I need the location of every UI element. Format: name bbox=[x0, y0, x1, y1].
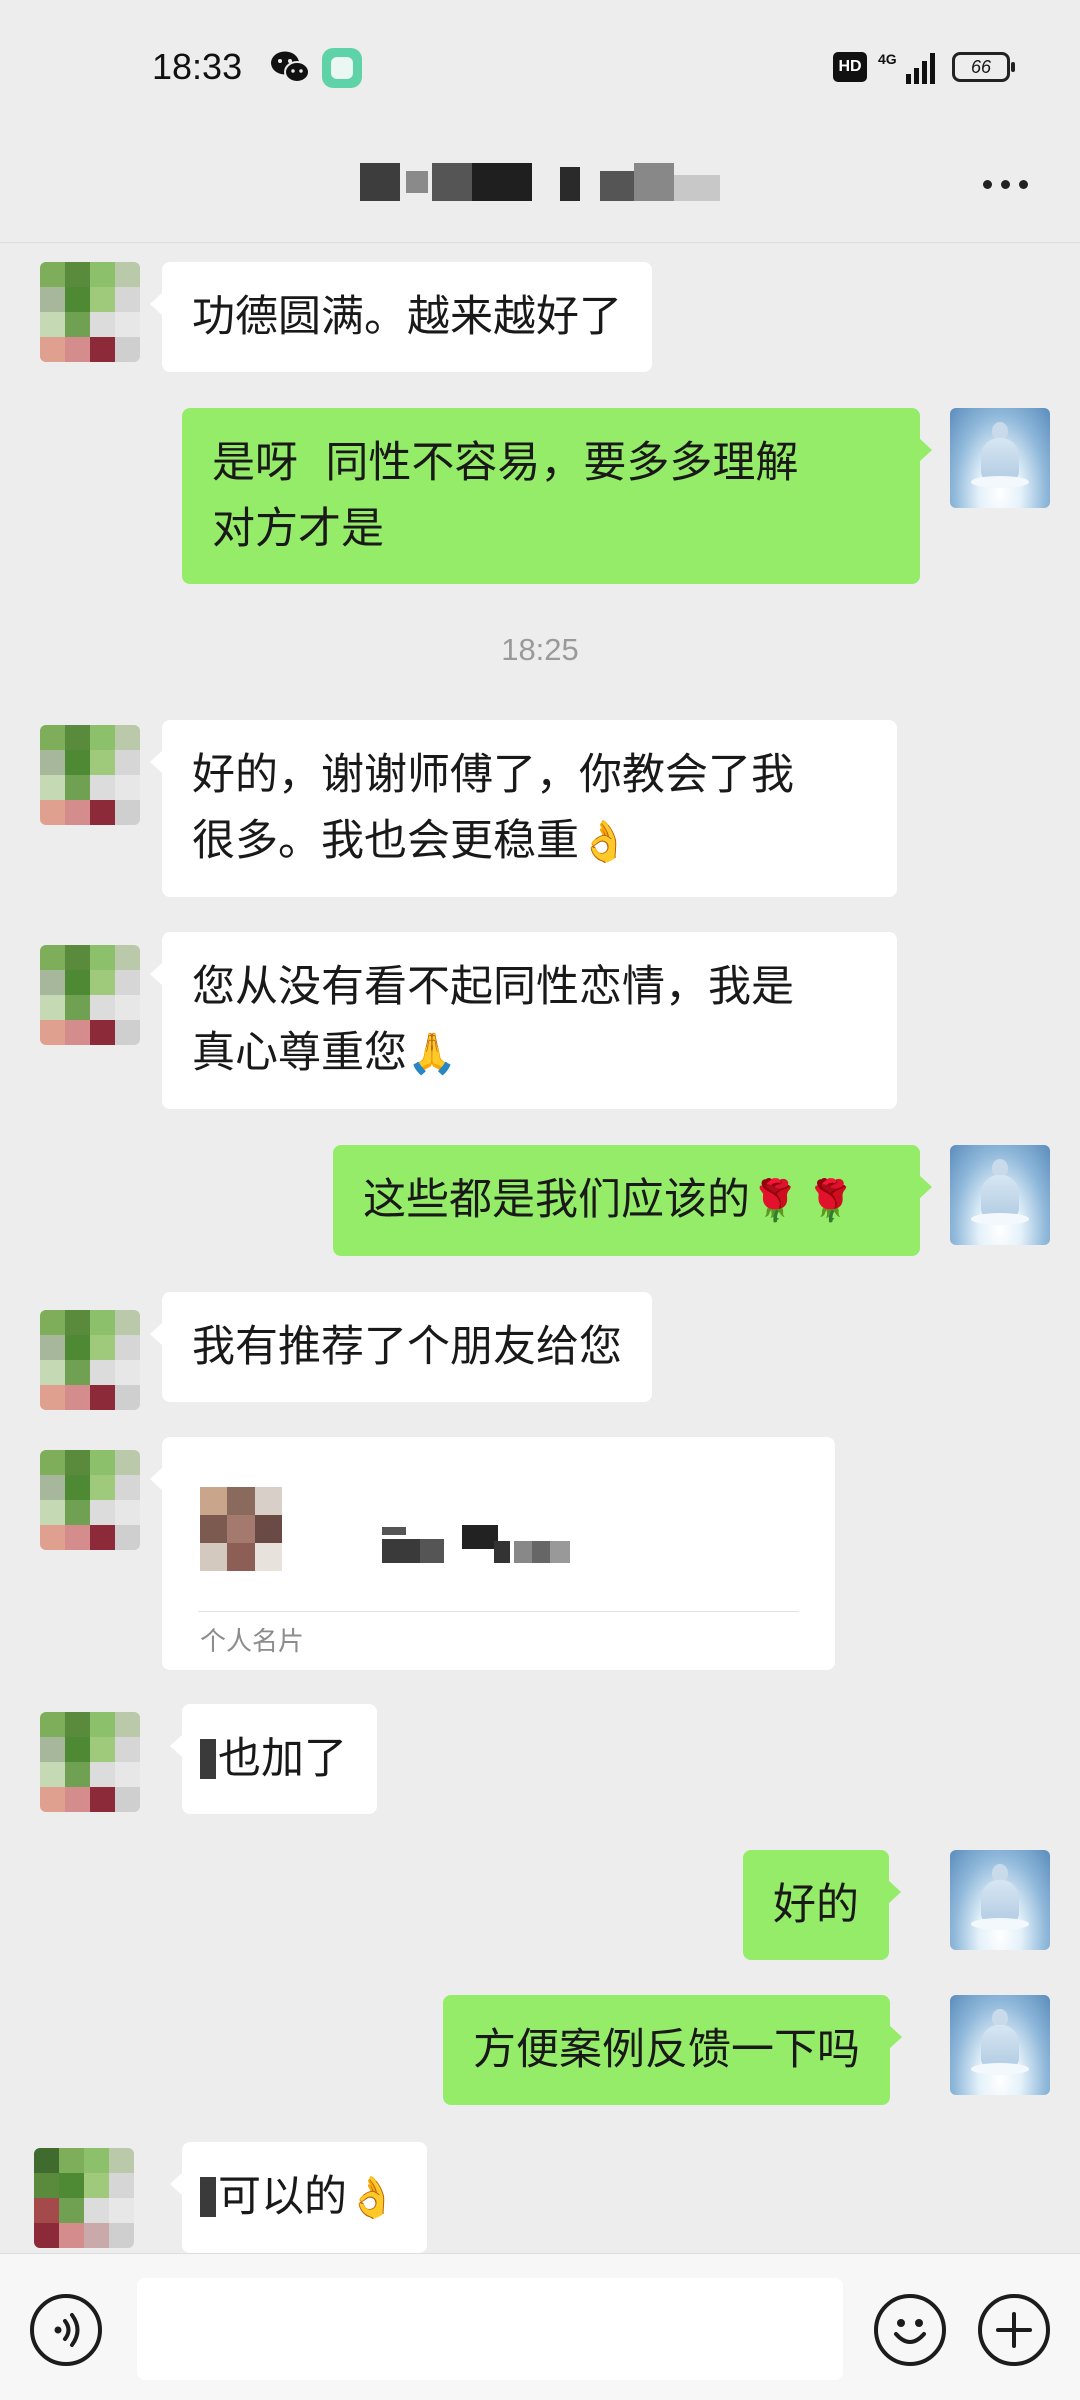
message-bubble-incoming[interactable]: 可以的👌 bbox=[170, 2142, 427, 2253]
message-line: 好的，谢谢师傅了，你教会了我 bbox=[192, 750, 794, 800]
contact-avatar[interactable] bbox=[40, 1712, 140, 1812]
contact-card-name-obscured bbox=[382, 1525, 572, 1565]
message-bubble-incoming[interactable]: 功德圆满。越来越好了 bbox=[150, 262, 652, 372]
message-line: 对方才是 bbox=[212, 504, 384, 554]
emoji-icon bbox=[894, 2319, 926, 2344]
plus-icon bbox=[996, 2312, 1032, 2348]
plus-button[interactable] bbox=[978, 2294, 1050, 2366]
input-bar bbox=[0, 2253, 1080, 2400]
message-line: 您从没有看不起同性恋情，我是 bbox=[192, 962, 794, 1012]
chat-title-obscured bbox=[360, 157, 730, 207]
contact-card-label: 个人名片 bbox=[200, 1627, 305, 1657]
message-text: 我有推荐了个朋友给您 bbox=[192, 1322, 622, 1372]
buddha-image bbox=[971, 2009, 1029, 2075]
hd-icon: HD bbox=[833, 52, 867, 82]
contact-avatar[interactable] bbox=[40, 725, 140, 825]
contact-avatar[interactable] bbox=[40, 1310, 140, 1410]
message-line-text: 很多。我也会更稳重 bbox=[192, 816, 579, 866]
message-bubble-incoming[interactable]: 我有推荐了个朋友给您 bbox=[150, 1292, 652, 1402]
message-text: 功德圆满。越来越好了 bbox=[192, 292, 622, 342]
message-text: 好的 bbox=[773, 1880, 859, 1930]
ok-hand-emoji: 👌 bbox=[347, 2175, 397, 2221]
message-bubble-outgoing[interactable]: 这些都是我们应该的🌹🌹 bbox=[333, 1145, 932, 1256]
message-text: 这些都是我们应该的 bbox=[363, 1175, 750, 1225]
self-avatar[interactable] bbox=[950, 1995, 1050, 2095]
status-bar: 18:33 HD 4G 66 bbox=[0, 0, 1080, 135]
chat-header bbox=[0, 135, 1080, 243]
message-bubble-outgoing[interactable]: 好的 bbox=[743, 1850, 901, 1960]
more-icon bbox=[982, 179, 992, 189]
svg-text:4G: 4G bbox=[878, 51, 897, 67]
message-bubble-incoming[interactable]: 也加了 bbox=[170, 1704, 377, 1814]
self-avatar[interactable] bbox=[950, 408, 1050, 508]
message-line-text: 真心尊重您 bbox=[192, 1028, 407, 1078]
message-bubble-incoming[interactable]: 好的，谢谢师傅了，你教会了我 很多。我也会更稳重👌 bbox=[150, 720, 897, 897]
message-input[interactable] bbox=[137, 2278, 843, 2380]
message-line: 是呀 同性不容易，要多多理解 bbox=[212, 438, 799, 488]
redaction-mark bbox=[200, 2177, 216, 2217]
more-button[interactable] bbox=[970, 159, 1040, 209]
message-text: 可以的 bbox=[218, 2172, 347, 2222]
chat-timestamp: 18:25 bbox=[501, 632, 579, 667]
ok-hand-emoji: 👌 bbox=[579, 819, 629, 865]
contact-card-photo bbox=[200, 1487, 282, 1571]
contact-avatar[interactable] bbox=[40, 945, 140, 1045]
signal-icon: 4G bbox=[878, 51, 935, 84]
battery-icon: 66 bbox=[952, 52, 1015, 82]
contact-avatar[interactable] bbox=[34, 2148, 134, 2248]
app-icon bbox=[322, 48, 362, 88]
message-bubble-incoming[interactable]: 您从没有看不起同性恋情，我是 真心尊重您🙏 bbox=[150, 932, 897, 1109]
message-line: 真心尊重您🙏 bbox=[192, 1020, 867, 1087]
contact-avatar[interactable] bbox=[40, 262, 140, 362]
praying-hands-emoji: 🙏 bbox=[407, 1031, 457, 1077]
rose-emoji: 🌹🌹 bbox=[750, 1178, 862, 1224]
voice-button[interactable] bbox=[30, 2294, 102, 2366]
emoji-button[interactable] bbox=[874, 2294, 946, 2366]
card-divider bbox=[198, 1611, 799, 1612]
message-text: 方便案例反馈一下吗 bbox=[473, 2025, 860, 2075]
wechat-icon bbox=[271, 51, 310, 83]
message-bubble-outgoing[interactable]: 是呀 同性不容易，要多多理解 对方才是 bbox=[182, 408, 932, 584]
contact-avatar[interactable] bbox=[40, 1450, 140, 1550]
redaction-mark bbox=[200, 1739, 216, 1779]
voice-icon bbox=[54, 2313, 80, 2347]
message-bubble-outgoing[interactable]: 方便案例反馈一下吗 bbox=[443, 1995, 902, 2105]
buddha-image bbox=[971, 422, 1029, 488]
contact-card[interactable]: 个人名片 bbox=[150, 1437, 835, 1670]
status-time: 18:33 bbox=[152, 46, 243, 87]
self-avatar[interactable] bbox=[950, 1145, 1050, 1245]
buddha-image bbox=[971, 1159, 1029, 1225]
header-divider bbox=[0, 242, 1080, 243]
self-avatar[interactable] bbox=[950, 1850, 1050, 1950]
message-text: 也加了 bbox=[218, 1734, 347, 1784]
buddha-image bbox=[971, 1864, 1029, 1930]
message-line: 很多。我也会更稳重👌 bbox=[192, 808, 867, 875]
